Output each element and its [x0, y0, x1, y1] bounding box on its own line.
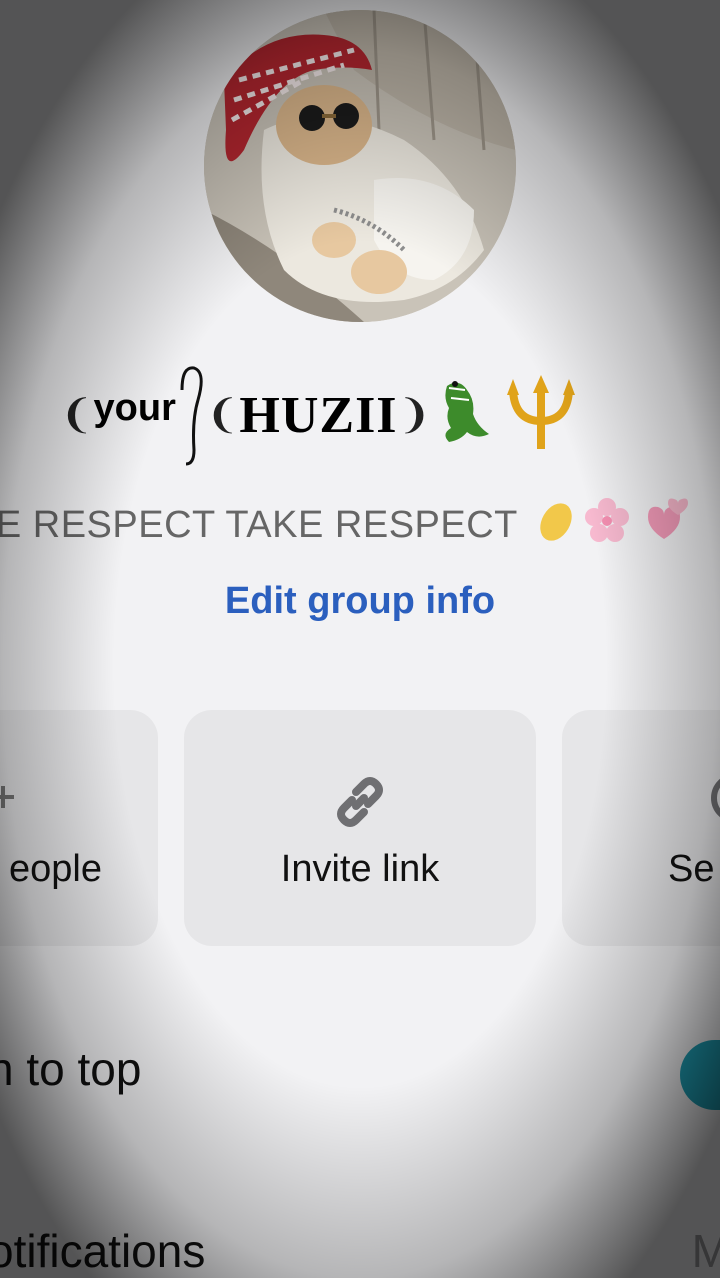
mango-icon [536, 496, 576, 554]
add-people-icon [0, 772, 158, 822]
add-people-label: eople [9, 848, 102, 890]
notifications-value: M [691, 1225, 720, 1277]
group-name: ❨ your ❨ HUZII ❩ [60, 360, 680, 470]
group-description: VE RESPECT TAKE RESPECT [0, 497, 720, 553]
notifications-row[interactable]: otifications M [0, 1190, 720, 1278]
trident-icon [505, 374, 577, 456]
crocodile-icon [437, 378, 499, 453]
avatar-image [204, 10, 516, 322]
wing-left-icon: ❨ [60, 392, 94, 438]
hearts-icon [638, 497, 690, 553]
search-button[interactable]: Se [562, 710, 720, 946]
edit-group-info-link[interactable]: Edit group info [0, 580, 720, 623]
group-name-main: HUZII [239, 386, 398, 444]
link-icon [184, 772, 536, 832]
cherry-blossom-icon [584, 497, 630, 553]
wing-left-icon: ❨ [205, 392, 240, 438]
group-avatar[interactable] [204, 10, 516, 322]
group-profile-screen: ❨ your ❨ HUZII ❩ VE RESPECT TAKE RESPECT [0, 0, 720, 1278]
invite-link-button[interactable]: Invite link [184, 710, 536, 946]
pin-to-top-row[interactable]: n to top [0, 990, 720, 1180]
pin-to-top-label: n to top [0, 1043, 142, 1095]
notifications-label: otifications [0, 1225, 206, 1277]
add-people-button[interactable]: eople [0, 710, 158, 946]
search-label: Se [668, 848, 715, 890]
group-name-prefix: your [93, 386, 176, 429]
group-description-text: VE RESPECT TAKE RESPECT [0, 503, 518, 546]
swirl-icon [180, 366, 203, 466]
wing-right-icon: ❩ [397, 392, 432, 438]
invite-link-label: Invite link [280, 848, 440, 890]
search-icon [562, 772, 720, 832]
